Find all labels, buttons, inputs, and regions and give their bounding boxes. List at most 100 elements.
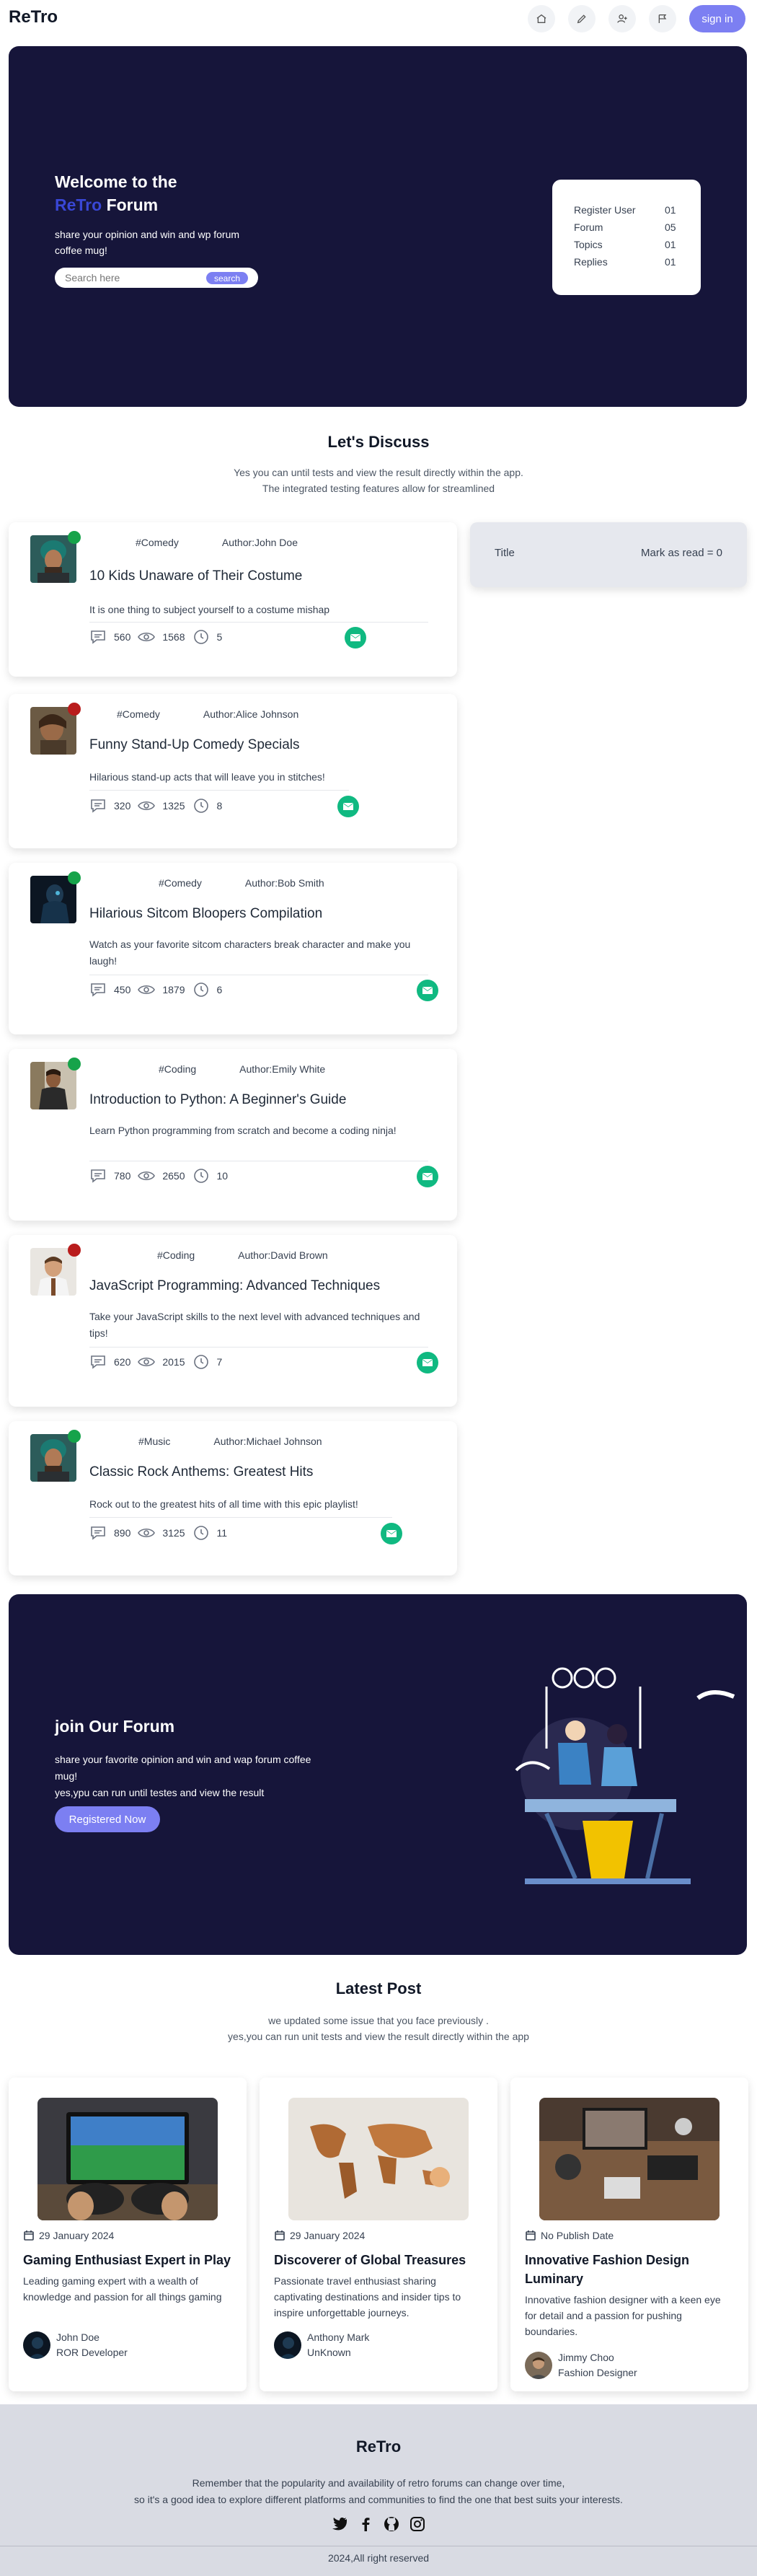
footer-line: Remember that the popularity and availab… — [192, 2477, 565, 2489]
comment-icon — [91, 1355, 105, 1369]
envelope-icon — [343, 803, 353, 810]
eye-icon — [138, 1528, 156, 1538]
post-stats: 780 2650 10 — [89, 1168, 235, 1184]
twitter-icon[interactable] — [331, 2515, 348, 2533]
post-card[interactable]: #Comedy Author:Alice Johnson Funny Stand-… — [9, 694, 457, 848]
mark-read-button[interactable] — [417, 1352, 438, 1373]
offline-status-dot — [68, 1244, 81, 1257]
post-card[interactable]: #Comedy Author:Bob Smith Hilarious Sitcom… — [9, 863, 457, 1034]
post-image — [288, 2098, 469, 2220]
post-title[interactable]: Introduction to Python: A Beginner's Gui… — [89, 1092, 346, 1108]
post-description: Watch as your favorite sitcom characters… — [89, 938, 411, 967]
search-button[interactable]: search — [206, 272, 248, 284]
mark-read-button[interactable] — [345, 627, 366, 649]
discuss-subtitle: Yes you can until tests and view the res… — [0, 465, 757, 496]
comment-icon — [91, 1169, 105, 1183]
post-title[interactable]: Funny Stand-Up Comedy Specials — [89, 737, 299, 753]
discuss-sub-line: Yes you can until tests and view the res… — [234, 467, 523, 478]
post-category[interactable]: #Comedy — [159, 877, 202, 889]
mark-read-button[interactable] — [337, 796, 359, 817]
post-title[interactable]: JavaScript Programming: Advanced Techniq… — [89, 1278, 380, 1294]
stat-value: 05 — [665, 221, 676, 233]
user-plus-icon[interactable] — [608, 5, 636, 32]
post-author: Author:Michael Johnson — [213, 1436, 322, 1447]
hero-title-rest: Forum — [106, 195, 159, 214]
latest-post-title-text[interactable]: Discoverer of Global Treasures — [274, 2251, 483, 2269]
home-icon[interactable] — [528, 5, 555, 32]
stat-row: Topics 01 — [574, 236, 701, 253]
discussion-illustration — [515, 1667, 735, 1884]
post-card[interactable]: #Music Author:Michael Johnson Classic Roc… — [9, 1421, 457, 1575]
post-card[interactable]: #Comedy Author:John Doe 10 Kids Unaware o… — [9, 522, 457, 677]
latest-post-card[interactable]: 29 January 2024 Discoverer of Global Tre… — [260, 2078, 497, 2391]
envelope-icon — [422, 987, 433, 994]
author-avatar — [30, 703, 81, 755]
discuss-title: Let's Discuss — [327, 433, 430, 451]
clock-icon — [193, 983, 208, 997]
post-title[interactable]: 10 Kids Unaware of Their Costume — [89, 568, 302, 584]
comment-icon — [91, 799, 105, 813]
post-category[interactable]: #Comedy — [136, 537, 179, 548]
mark-read-button[interactable] — [381, 1523, 402, 1544]
eye-icon — [138, 801, 156, 811]
register-now-button[interactable]: Registered Now — [55, 1806, 160, 1832]
eye-icon — [138, 632, 156, 642]
latest-post-card[interactable]: No Publish Date Innovative Fashion Desig… — [510, 2078, 748, 2391]
stat-value: 01 — [665, 204, 676, 216]
flag-icon[interactable] — [649, 5, 676, 32]
social-links — [0, 2515, 757, 2533]
mark-read-button[interactable] — [417, 1166, 438, 1187]
footer: ReTro Remember that the popularity and a… — [0, 2404, 757, 2576]
read-time: 10 — [216, 1170, 229, 1182]
post-category[interactable]: #Coding — [159, 1063, 196, 1075]
join-desc-line: share your favorite opinion and win and … — [55, 1754, 311, 1782]
post-category[interactable]: #Music — [138, 1436, 170, 1447]
stat-value: 01 — [665, 239, 676, 250]
stat-row: Forum 05 — [574, 219, 701, 236]
post-title[interactable]: Classic Rock Anthems: Greatest Hits — [89, 1464, 313, 1480]
facebook-icon[interactable] — [357, 2515, 374, 2533]
latest-post-title-text[interactable]: Innovative Fashion Design Luminary — [525, 2251, 734, 2288]
stat-label: Replies — [574, 256, 608, 268]
pencil-icon[interactable] — [568, 5, 596, 32]
join-desc-line: yes,ypu can run until testes and view th… — [55, 1787, 265, 1798]
eye-icon — [138, 1357, 156, 1367]
mark-as-read-count: Mark as read = 0 — [641, 547, 722, 559]
copyright: 2024,All right reserved — [327, 2552, 430, 2564]
post-category[interactable]: #Comedy — [117, 708, 160, 720]
comment-count: 320 — [114, 800, 131, 812]
github-icon[interactable] — [383, 2515, 400, 2533]
post-date-text: No Publish Date — [541, 2230, 614, 2241]
author-avatar — [30, 531, 81, 583]
post-author: John Doe ROR Developer — [23, 2330, 128, 2360]
envelope-icon — [386, 1530, 397, 1537]
comment-count: 890 — [114, 1527, 131, 1539]
footer-brand: ReTro — [355, 2437, 402, 2456]
sign-in-button[interactable]: sign in — [689, 5, 745, 32]
mark-read-button[interactable] — [417, 980, 438, 1001]
hero-title-line1: Welcome to the — [55, 172, 177, 191]
online-status-dot — [68, 1058, 81, 1071]
brand-logo[interactable]: ReTro — [9, 7, 58, 27]
comment-icon — [91, 983, 105, 997]
comment-count: 450 — [114, 984, 131, 995]
latest-post-title: Latest Post — [335, 1979, 422, 1997]
instagram-icon[interactable] — [409, 2515, 426, 2533]
eye-icon — [138, 985, 156, 995]
envelope-icon — [422, 1173, 433, 1180]
clock-icon — [193, 630, 208, 644]
navbar: ReTro sign in — [0, 0, 757, 38]
post-category[interactable]: #Coding — [157, 1249, 195, 1261]
join-title: join Our Forum — [55, 1717, 175, 1736]
latest-post-card[interactable]: 29 January 2024 Gaming Enthusiast Expert… — [9, 2078, 247, 2391]
post-date-text: 29 January 2024 — [290, 2230, 366, 2241]
latest-post-title-text[interactable]: Gaming Enthusiast Expert in Play — [23, 2251, 232, 2269]
latest-post-description: Innovative fashion designer with a keen … — [525, 2294, 721, 2337]
post-title[interactable]: Hilarious Sitcom Bloopers Compilation — [89, 906, 322, 922]
search-input[interactable] — [65, 271, 195, 284]
post-author: Author:Emily White — [239, 1063, 326, 1075]
latest-post-description: Leading gaming expert with a wealth of k… — [23, 2275, 222, 2303]
post-card[interactable]: #Coding Author:Emily White Introduction t… — [9, 1049, 457, 1221]
latest-post-description: Passionate travel enthusiast sharing cap… — [274, 2275, 461, 2318]
post-card[interactable]: #Coding Author:David Brown JavaScript Pro… — [9, 1235, 457, 1407]
